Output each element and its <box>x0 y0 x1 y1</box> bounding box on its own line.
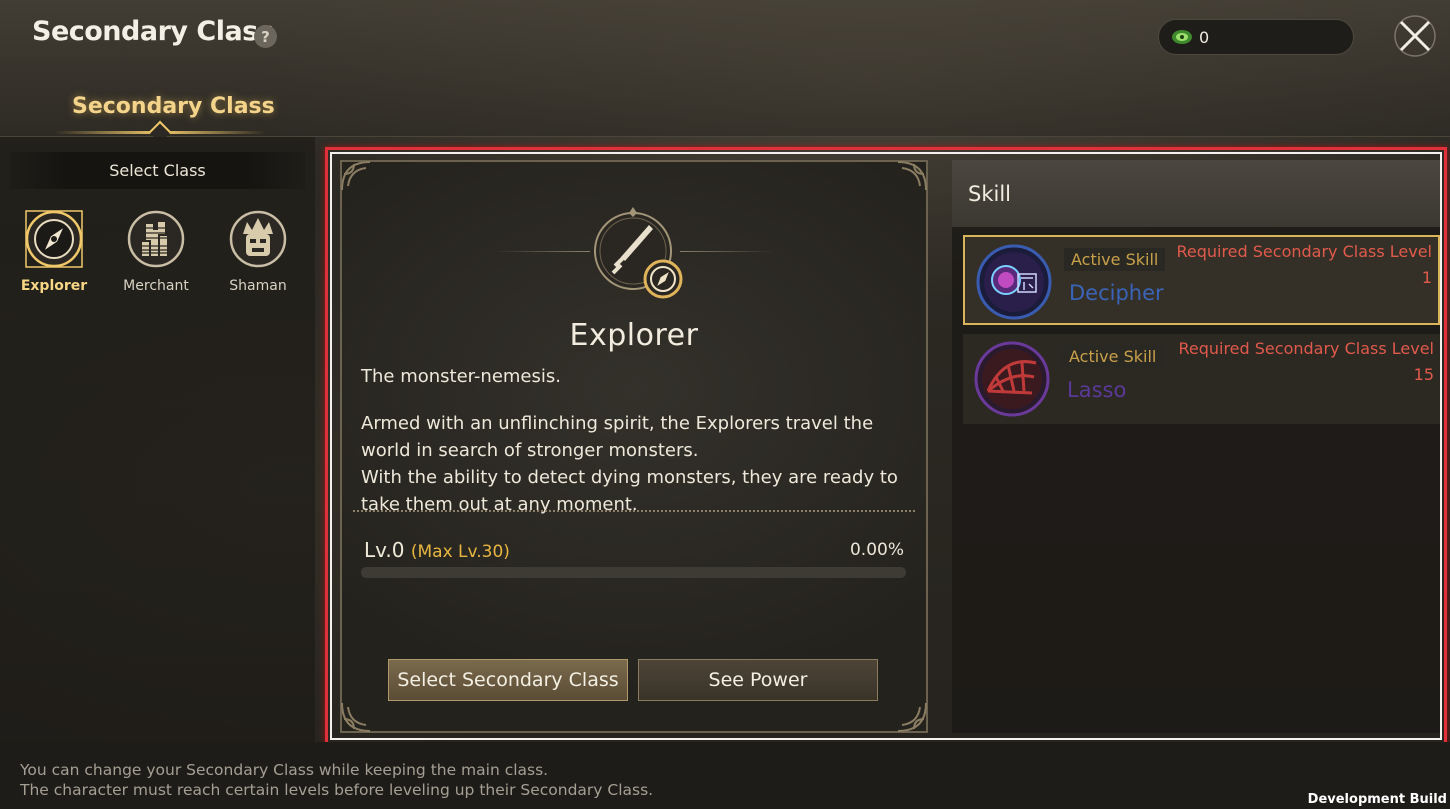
class-label-shaman: Shaman <box>229 278 287 294</box>
footer-hint-line-1: You can change your Secondary Class whil… <box>20 761 549 779</box>
class-option-explorer[interactable]: Explorer <box>9 208 99 294</box>
skill-type-badge: Active Skill <box>1062 345 1164 368</box>
compass-icon <box>25 210 83 268</box>
class-label-merchant: Merchant <box>123 278 189 294</box>
crest-divider-right <box>680 251 775 252</box>
currency-display: 0 <box>1158 19 1354 55</box>
skill-type-badge: Active Skill <box>1064 248 1166 271</box>
close-icon[interactable] <box>1393 14 1437 58</box>
level-progress-bar <box>361 567 906 578</box>
decipher-skill-icon <box>976 244 1052 320</box>
currency-gem-icon <box>1172 30 1192 44</box>
class-description: Armed with an unflinching spirit, the Ex… <box>361 410 906 518</box>
select-secondary-class-button[interactable]: Select Secondary Class <box>388 659 628 701</box>
class-description-line-1: Armed with an unflinching spirit, the Ex… <box>361 413 874 461</box>
skill-requirement-value: 15 <box>1413 365 1434 384</box>
select-class-heading: Select Class <box>10 152 305 189</box>
skill-panel-heading: Skill <box>952 160 1440 227</box>
footer-hint: You can change your Secondary Class whil… <box>20 760 653 800</box>
class-tagline: The monster-nemesis. <box>361 366 561 387</box>
class-level: Lv.0 (Max Lv.30) <box>364 538 510 562</box>
class-option-shaman[interactable]: Shaman <box>213 208 303 294</box>
ornament-corner-icon <box>897 702 927 732</box>
skill-item-decipher[interactable]: Active Skill Decipher Required Secondary… <box>963 235 1440 325</box>
skill-name: Lasso <box>1067 378 1127 402</box>
skill-requirement-value: 1 <box>1421 268 1432 287</box>
skill-requirement: Required Secondary Class Level 15 <box>1178 336 1434 388</box>
totem-mask-icon <box>229 210 287 268</box>
class-label-explorer: Explorer <box>20 278 88 294</box>
lasso-skill-icon <box>974 341 1050 417</box>
skill-requirement-label: Required Secondary Class Level <box>1178 339 1434 358</box>
footer-hint-line-2: The character must reach certain levels … <box>20 781 654 799</box>
help-icon[interactable]: ? <box>254 25 277 48</box>
level-value: Lv.0 <box>364 538 405 562</box>
dagger-emblem-icon <box>594 207 683 299</box>
max-level: (Max Lv.30) <box>410 542 510 562</box>
divider <box>353 510 915 512</box>
currency-value: 0 <box>1199 27 1210 47</box>
crest-divider-left <box>495 251 590 252</box>
skill-requirement-label: Required Secondary Class Level <box>1176 242 1432 261</box>
ornament-corner-icon <box>341 702 371 732</box>
development-build-label: Development Build <box>1307 792 1447 807</box>
ornament-corner-icon <box>897 161 927 191</box>
progress-percent: 0.00% <box>849 540 904 560</box>
tab-secondary-class[interactable]: Secondary Class <box>72 94 275 119</box>
page-title: Secondary Class <box>32 16 274 47</box>
class-option-merchant[interactable]: Merchant <box>111 208 201 294</box>
coin-stack-icon <box>127 210 185 268</box>
skill-requirement: Required Secondary Class Level 1 <box>1176 239 1432 291</box>
skill-item-lasso[interactable]: Active Skill Lasso Required Secondary Cl… <box>963 334 1440 424</box>
class-name-title: Explorer <box>569 318 699 353</box>
see-power-button[interactable]: See Power <box>638 659 878 701</box>
ornament-corner-icon <box>341 161 371 191</box>
skill-name: Decipher <box>1069 281 1164 305</box>
